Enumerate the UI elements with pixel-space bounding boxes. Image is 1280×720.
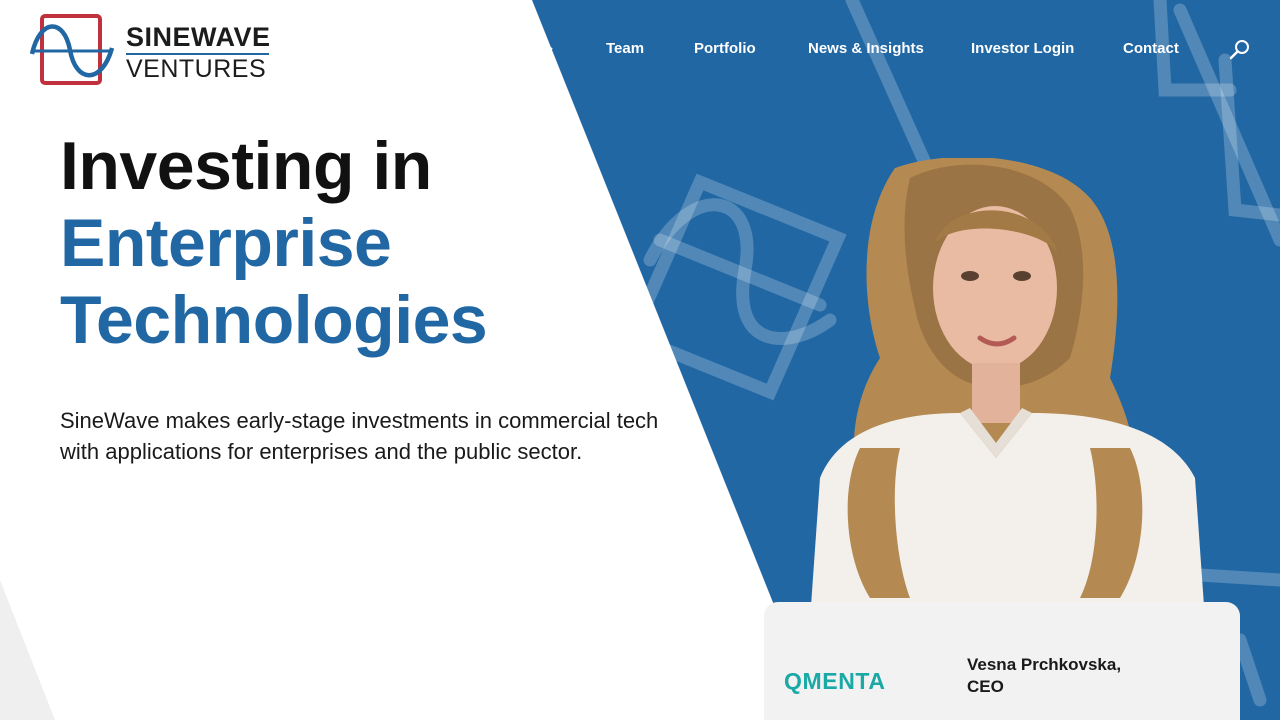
person-name: Vesna Prchkovska, CEO (967, 654, 1167, 698)
person-title: CEO (967, 677, 1004, 696)
search-icon[interactable] (1229, 39, 1251, 61)
chevron-down-icon[interactable] (542, 44, 554, 56)
person-name-line1: Vesna Prchkovska, (967, 655, 1122, 674)
sinewave-logo[interactable]: SINEWAVE VENTURES (30, 14, 271, 86)
testimonial-card: QMENTA Vesna Prchkovska, CEO (764, 602, 1240, 720)
sinewave-mark-icon (30, 14, 114, 85)
headline-line1: Investing in (60, 128, 432, 204)
hero-headline: Investing in Enterprise Technologies (60, 128, 488, 359)
headline-line2: Enterprise (60, 205, 392, 281)
nav-item-news-insights[interactable]: News & Insights (808, 40, 924, 57)
page: SINEWAVE VENTURES Team Portfolio News & … (0, 0, 1280, 720)
headline-line3: Technologies (60, 282, 488, 358)
nav-item-team[interactable]: Team (606, 40, 644, 57)
nav-item-portfolio[interactable]: Portfolio (694, 40, 756, 57)
logo-name-line2: VENTURES (126, 55, 267, 83)
nav-item-investor-login[interactable]: Investor Login (971, 40, 1074, 57)
hero-description: SineWave makes early-stage investments i… (60, 408, 659, 464)
logo-name-line1: SINEWAVE (126, 22, 271, 52)
nav-item-contact[interactable]: Contact (1123, 40, 1179, 57)
founder-portrait (810, 158, 1205, 620)
company-logo: QMENTA (784, 668, 886, 694)
